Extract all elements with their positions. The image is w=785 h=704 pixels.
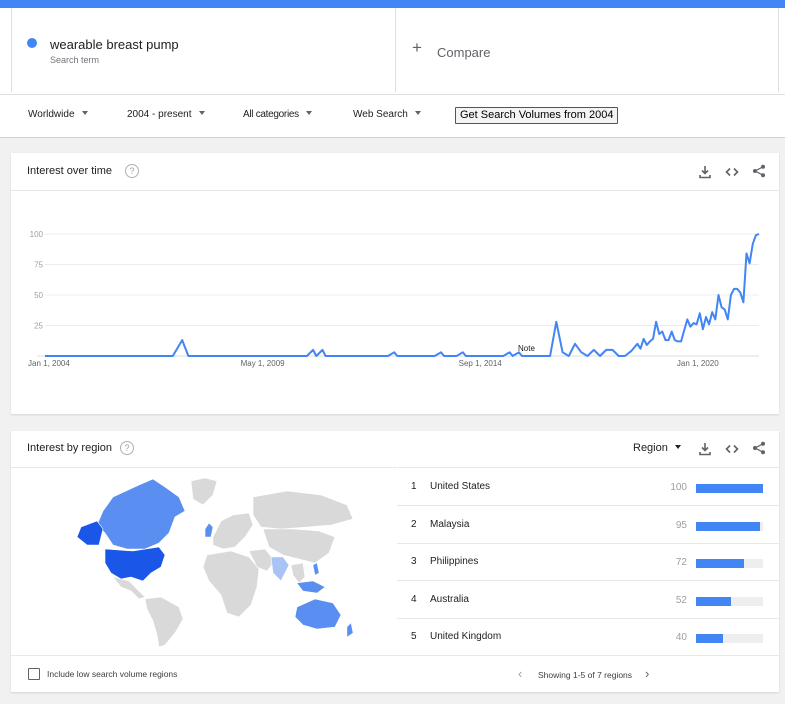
search-term-row: wearable breast pump Search term + Compa… xyxy=(0,8,785,95)
chevron-down-icon xyxy=(81,111,88,115)
region-row[interactable]: 2 Malaysia 95 xyxy=(397,506,779,544)
map-region-alaska xyxy=(76,520,104,546)
compare-label: Compare xyxy=(437,45,491,60)
region-bar-track xyxy=(696,521,763,531)
region-name: Philippines xyxy=(430,556,479,567)
region-rank: 1 xyxy=(411,481,417,492)
note-annotation: Note xyxy=(518,344,535,353)
region-name: United Kingdom xyxy=(430,631,502,642)
region-row[interactable]: 1 United States 100 xyxy=(397,468,779,506)
region-name: United States xyxy=(430,481,491,492)
region-bar-fill xyxy=(696,559,745,568)
map-region-russia xyxy=(252,490,354,530)
plus-icon: + xyxy=(412,38,422,57)
embed-code-icon[interactable] xyxy=(725,442,739,456)
region-bar-fill xyxy=(696,484,763,493)
map-region-philippines xyxy=(312,562,320,576)
region-footer: Include low search volume regions ‹ Show… xyxy=(11,655,779,693)
region-bar-fill xyxy=(696,521,760,531)
x-tick-label: May 1, 2009 xyxy=(241,359,286,368)
region-bar-fill xyxy=(696,596,731,606)
y-tick-label: 75 xyxy=(34,261,43,270)
x-tick-label: Sep 1, 2014 xyxy=(459,359,503,368)
region-resolution-label: Region xyxy=(633,442,668,454)
map-region-malaysia xyxy=(296,580,326,594)
region-bar-track xyxy=(696,559,763,568)
y-tick-label: 25 xyxy=(34,322,43,331)
world-map[interactable] xyxy=(67,477,357,647)
compare-card[interactable]: + Compare xyxy=(395,8,779,92)
interest-over-time-card: Interest over time ? 100 75 50 25 Jan 1, 200… xyxy=(11,153,779,414)
chevron-left-icon[interactable]: ‹ xyxy=(518,666,522,681)
region-name: Australia xyxy=(430,593,469,605)
category-dropdown[interactable]: All categories xyxy=(243,109,312,120)
category-label: All categories xyxy=(243,109,299,120)
chevron-down-icon xyxy=(198,111,205,115)
region-row[interactable]: 5 United Kingdom 40 xyxy=(397,618,779,656)
term-color-dot xyxy=(27,38,37,48)
low-volume-checkbox[interactable] xyxy=(28,668,40,680)
y-tick-label: 100 xyxy=(30,230,44,239)
region-rank: 4 xyxy=(411,593,417,605)
map-region-canada xyxy=(96,478,186,550)
chevron-down-icon xyxy=(305,111,312,115)
map-region-australia xyxy=(294,598,342,630)
region-name: Malaysia xyxy=(430,518,470,530)
search-type-dropdown[interactable]: Web Search xyxy=(353,109,421,120)
region-value: 72 xyxy=(675,557,687,568)
region-resolution-dropdown[interactable]: Region xyxy=(633,442,681,454)
search-type-label: Web Search xyxy=(353,109,408,120)
search-term-subtitle: Search term xyxy=(50,55,100,65)
region-value: 95 xyxy=(675,519,687,531)
interest-by-region-title: Interest by region xyxy=(27,442,112,454)
region-row[interactable]: 3 Philippines 72 xyxy=(397,543,779,581)
chevron-down-icon xyxy=(674,445,681,449)
search-term-label: wearable breast pump xyxy=(50,37,179,52)
x-tick-label: Jan 1, 2004 xyxy=(28,359,70,368)
region-rank: 3 xyxy=(411,556,417,567)
help-icon[interactable]: ? xyxy=(120,441,134,455)
top-accent-bar xyxy=(0,0,785,8)
region-rank: 5 xyxy=(411,631,417,642)
time-range-label: 2004 - present xyxy=(127,109,192,120)
time-range-dropdown[interactable]: 2004 - present xyxy=(127,109,205,120)
get-search-volumes-button[interactable]: Get Search Volumes from 2004 xyxy=(455,107,619,124)
region-bar-track xyxy=(696,634,763,643)
search-term-card[interactable]: wearable breast pump Search term xyxy=(11,8,396,92)
map-region-india xyxy=(270,556,290,582)
location-dropdown[interactable]: Worldwide xyxy=(28,109,88,120)
filter-bar: Worldwide 2004 - present All categories … xyxy=(0,95,785,138)
chevron-down-icon xyxy=(414,111,421,115)
interest-over-time-chart[interactable]: 100 75 50 25 Jan 1, 2004 May 1, 2009 Sep 1, 20… xyxy=(11,153,779,414)
map-region-south-america xyxy=(144,596,184,647)
map-region-united-states xyxy=(104,546,166,582)
chevron-right-icon[interactable]: › xyxy=(645,666,649,681)
region-value: 100 xyxy=(670,482,687,493)
region-value: 40 xyxy=(675,632,687,643)
map-region-greenland xyxy=(190,477,218,506)
region-value: 52 xyxy=(675,594,687,606)
region-bar-track xyxy=(696,484,763,493)
share-icon[interactable] xyxy=(752,441,766,455)
location-label: Worldwide xyxy=(28,109,75,120)
pagination-label: Showing 1-5 of 7 regions xyxy=(538,670,633,680)
region-bar-track xyxy=(696,596,763,606)
y-tick-label: 50 xyxy=(34,291,43,300)
x-tick-label: Jan 1, 2020 xyxy=(677,359,719,368)
low-volume-label: Include low search volume regions xyxy=(47,669,178,679)
map-region-europe xyxy=(212,512,254,550)
map-region-southeast-asia xyxy=(290,562,306,584)
map-region-africa xyxy=(202,550,260,618)
map-region-united-kingdom xyxy=(204,522,214,538)
download-icon[interactable] xyxy=(698,442,712,456)
region-row[interactable]: 4 Australia 52 xyxy=(397,581,779,619)
map-region-new-zealand xyxy=(346,622,354,638)
region-bar-fill xyxy=(696,634,723,643)
region-rank: 2 xyxy=(411,518,417,530)
